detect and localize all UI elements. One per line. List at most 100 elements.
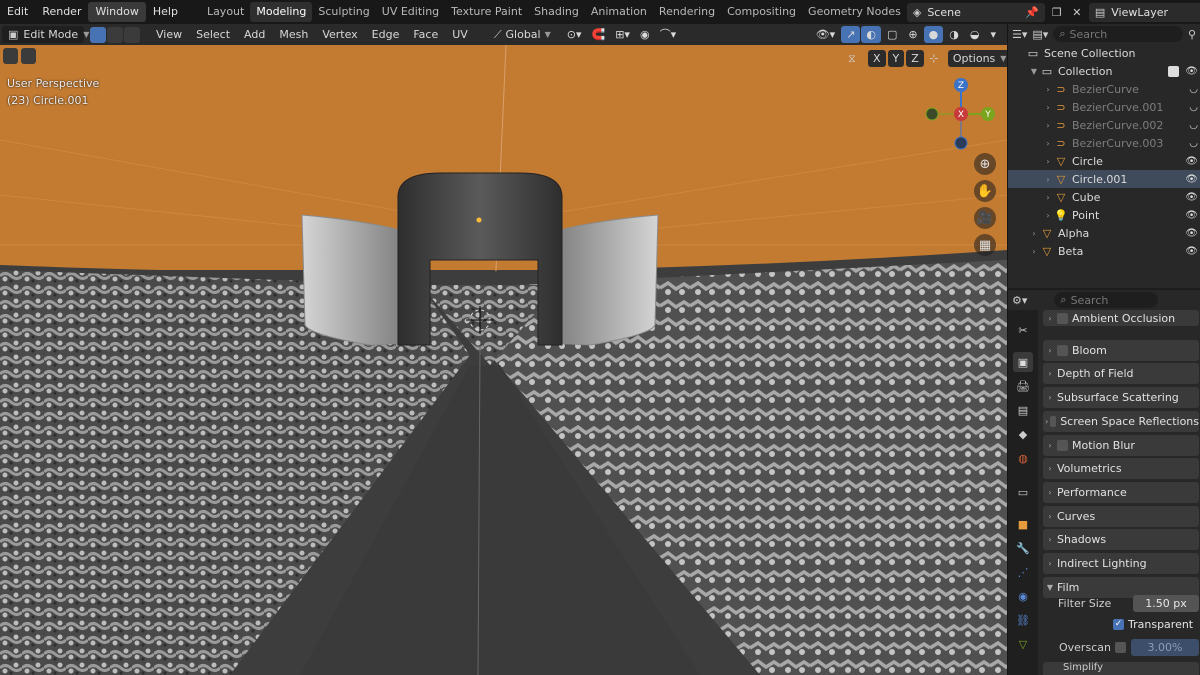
constraints-tab-icon[interactable]: ⛓ [1013, 610, 1033, 630]
workspace-tab-uv-editing[interactable]: UV Editing [376, 2, 445, 22]
eye-icon[interactable]: 👁 [1185, 174, 1198, 185]
header-menu-edge[interactable]: Edge [365, 26, 407, 43]
panel-enable-checkbox[interactable] [1057, 439, 1068, 451]
expand-right-icon[interactable]: › [1042, 103, 1054, 112]
expand-right-icon[interactable]: › [1042, 121, 1054, 130]
filter-size-field[interactable]: 1.50 px [1133, 595, 1199, 612]
workspace-tab-texture-paint[interactable]: Texture Paint [445, 2, 528, 22]
header-menu-uv[interactable]: UV [445, 26, 475, 43]
falloff-icon[interactable]: ⌒▾ [655, 26, 682, 43]
world-tab-icon[interactable]: ◍ [1013, 448, 1033, 468]
outliner-item[interactable]: ▭ Scene Collection [1008, 44, 1200, 62]
modifier-tab-icon[interactable]: 🔧 [1013, 538, 1033, 558]
hidden-eye-icon[interactable]: ◡ [1189, 84, 1198, 95]
camera-view-icon[interactable]: 🎥 [974, 207, 996, 229]
particles-tab-icon[interactable]: ⋰ [1013, 562, 1033, 582]
panel-depth-of-field[interactable]: › Depth of Field [1043, 363, 1199, 385]
workspace-tab-shading[interactable]: Shading [528, 2, 585, 22]
visibility-icon[interactable]: 👁▾ [811, 26, 841, 43]
header-menu-mesh[interactable]: Mesh [272, 26, 315, 43]
expand-right-icon[interactable]: › [1042, 157, 1054, 166]
wireframe-shading-icon[interactable]: ⊕ [903, 26, 922, 43]
collection-checkbox[interactable] [1168, 65, 1179, 77]
pan-hand-icon[interactable]: ✋ [974, 180, 996, 202]
panel-curves[interactable]: › Curves [1043, 505, 1199, 527]
render-tab-icon[interactable]: ▣ [1013, 352, 1033, 372]
eye-icon[interactable]: 👁 [1185, 210, 1198, 221]
menu-render[interactable]: Render [35, 2, 88, 22]
new-scene-icon[interactable]: ❐ [1049, 6, 1065, 19]
outliner-item[interactable]: › ▽ Cube 👁 [1008, 188, 1200, 206]
vertex-select-button[interactable] [90, 26, 106, 43]
snap-target-icon[interactable]: ⊞▾ [610, 26, 635, 43]
workspace-tab-geometry-nodes[interactable]: Geometry Nodes [802, 2, 907, 22]
outliner-item[interactable]: › 💡 Point 👁 [1008, 206, 1200, 224]
object-tab-icon[interactable]: ■ [1013, 514, 1033, 534]
header-menu-view[interactable]: View [149, 26, 189, 43]
outliner-item[interactable]: › ⊃ BezierCurve.001 ◡ [1008, 98, 1200, 116]
ortho-grid-icon[interactable]: ▦ [974, 234, 996, 256]
tool-icon[interactable] [21, 48, 36, 64]
menu-help[interactable]: Help [146, 2, 185, 22]
outliner-item[interactable]: › ⊃ BezierCurve.002 ◡ [1008, 116, 1200, 134]
outliner-editor-icon[interactable]: ☰▾ [1012, 28, 1027, 41]
eye-icon[interactable]: 👁 [1185, 228, 1198, 239]
panel-screen-space-reflections[interactable]: › Screen Space Reflections [1043, 410, 1199, 432]
overscan-field[interactable]: 3.00% [1131, 639, 1199, 656]
simplify-panel-header[interactable]: Simplify [1043, 662, 1199, 675]
physics-tab-icon[interactable]: ◉ [1013, 586, 1033, 606]
outliner-item[interactable]: ▼ ▭ Collection 👁 [1008, 62, 1200, 80]
header-menu-face[interactable]: Face [406, 26, 445, 43]
transparent-toggle[interactable]: ✓ Transparent [1113, 618, 1193, 631]
hidden-eye-icon[interactable]: ◡ [1189, 120, 1198, 131]
outliner-item[interactable]: › ▽ Circle 👁 [1008, 152, 1200, 170]
mirror-z-button[interactable]: Z [906, 50, 924, 67]
menu-window[interactable]: Window [88, 2, 146, 22]
overlay-toggle-icon[interactable]: ◐ [861, 26, 882, 43]
rendered-shading-icon[interactable]: ◒ [965, 26, 985, 43]
panel-bloom[interactable]: › Bloom [1043, 339, 1199, 361]
workspace-tab-sculpting[interactable]: Sculpting [312, 2, 375, 22]
transparent-checkbox[interactable]: ✓ [1113, 619, 1124, 630]
menu-edit[interactable]: Edit [0, 2, 35, 22]
outliner-item[interactable]: › ⊃ BezierCurve ◡ [1008, 80, 1200, 98]
snap-icon[interactable]: 🧲 [587, 26, 611, 43]
panel-volumetrics[interactable]: › Volumetrics [1043, 458, 1199, 480]
expand-right-icon[interactable]: › [1042, 85, 1054, 94]
view-layer-tab-icon[interactable]: ▤ [1013, 400, 1033, 420]
expand-right-icon[interactable]: › [1042, 211, 1054, 220]
eye-icon[interactable]: 👁 [1185, 192, 1198, 203]
delete-scene-icon[interactable]: ✕ [1069, 6, 1085, 19]
panel-enable-checkbox[interactable] [1057, 312, 1068, 324]
face-select-button[interactable] [124, 26, 140, 43]
mirror-y-button[interactable]: Y [887, 50, 905, 67]
overscan-checkbox[interactable] [1115, 642, 1126, 653]
gizmo-toggle-icon[interactable]: ↗ [841, 26, 861, 43]
outliner-item[interactable]: › ⊃ BezierCurve.003 ◡ [1008, 134, 1200, 152]
outliner-item[interactable]: › ▽ Beta 👁 [1008, 242, 1200, 260]
workspace-tab-modeling[interactable]: Modeling [250, 2, 313, 22]
proportional-icon[interactable]: ◉ [635, 26, 655, 43]
outliner-item[interactable]: › ▽ Alpha 👁 [1008, 224, 1200, 242]
output-tab-icon[interactable]: 🖨 [1013, 376, 1033, 396]
tool-icon[interactable] [3, 48, 18, 64]
panel-enable-checkbox[interactable] [1050, 415, 1057, 427]
panel-ambient-occlusion[interactable]: › Ambient Occlusion [1043, 310, 1199, 326]
outliner-item[interactable]: › ▽ Circle.001 👁 [1008, 170, 1200, 188]
panel-shadows[interactable]: › Shadows [1043, 529, 1199, 551]
outliner-search[interactable]: ⌕ Search [1053, 26, 1183, 42]
workspace-tab-layout[interactable]: Layout [201, 2, 250, 22]
mirror-x-button[interactable]: X [868, 50, 886, 67]
edge-select-button[interactable] [107, 26, 123, 43]
header-menu-add[interactable]: Add [237, 26, 272, 43]
header-menu-vertex[interactable]: Vertex [315, 26, 364, 43]
expand-down-icon[interactable]: ▼ [1028, 67, 1040, 76]
eye-icon[interactable]: 👁 [1185, 156, 1198, 167]
solid-shading-icon[interactable]: ● [923, 26, 944, 43]
collection-tab-icon[interactable]: ▭ [1013, 482, 1033, 502]
panel-motion-blur[interactable]: › Motion Blur [1043, 434, 1199, 456]
expand-right-icon[interactable]: › [1042, 193, 1054, 202]
expand-right-icon[interactable]: › [1028, 229, 1040, 238]
workspace-tab-rendering[interactable]: Rendering [653, 2, 721, 22]
expand-right-icon[interactable]: › [1028, 247, 1040, 256]
